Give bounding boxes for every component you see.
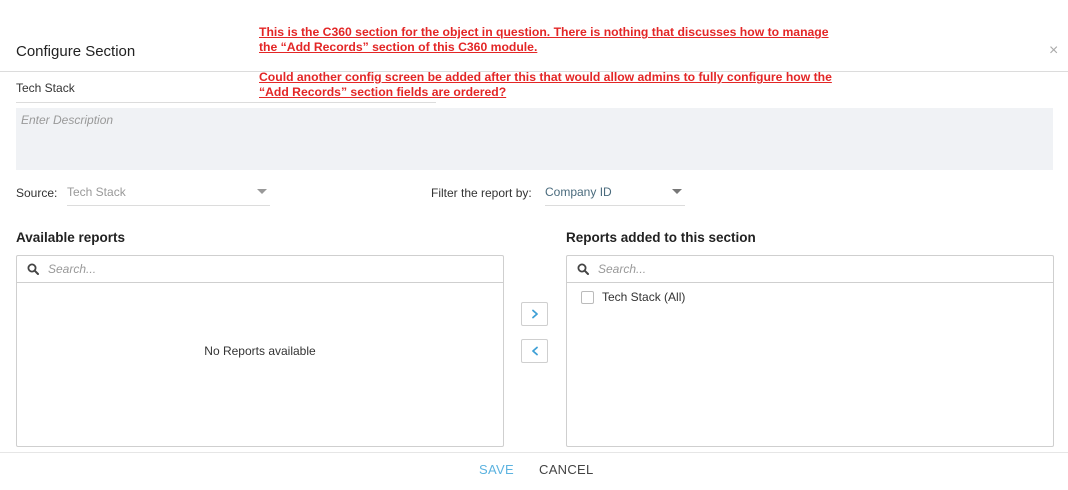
footer-divider — [0, 452, 1068, 453]
added-reports-panel: Tech Stack (All) — [566, 255, 1054, 447]
close-icon[interactable]: × — [1049, 42, 1058, 60]
available-reports-heading: Available reports — [16, 230, 126, 245]
source-select[interactable]: Tech Stack — [67, 185, 126, 199]
move-right-button[interactable] — [521, 302, 548, 326]
search-icon — [577, 263, 589, 275]
filter-select[interactable]: Company ID — [545, 185, 612, 199]
cancel-button[interactable]: CANCEL — [539, 462, 594, 477]
filter-label: Filter the report by: — [431, 186, 532, 200]
filter-dropdown-caret-icon[interactable] — [672, 189, 682, 194]
available-reports-search-input[interactable] — [48, 261, 488, 277]
annotation-note-1: This is the C360 section for the object … — [259, 25, 829, 55]
annotation-note-1-line-2: the “Add Records” section of this C360 m… — [259, 40, 538, 54]
report-label: Tech Stack (All) — [602, 290, 686, 304]
chevron-right-icon — [531, 309, 538, 319]
save-button[interactable]: SAVE — [479, 462, 514, 477]
filter-select-underline — [545, 205, 685, 206]
dialog-title: Configure Section — [16, 43, 136, 60]
annotation-note-2: Could another config screen be added aft… — [259, 70, 832, 100]
added-reports-search-input[interactable] — [598, 261, 1038, 277]
chevron-left-icon — [531, 346, 538, 356]
annotation-note-1-line-1: This is the C360 section for the object … — [259, 25, 829, 39]
search-icon — [27, 263, 39, 275]
section-name-field[interactable]: Tech Stack — [16, 81, 75, 95]
source-dropdown-caret-icon[interactable] — [257, 189, 267, 194]
annotation-note-2-line-2: “Add Records” section fields are ordered… — [259, 85, 507, 99]
added-reports-search-row — [567, 256, 1053, 283]
no-reports-message: No Reports available — [204, 344, 316, 358]
source-select-underline — [67, 205, 270, 206]
source-label: Source: — [16, 186, 58, 200]
section-name-underline — [16, 102, 436, 103]
move-left-button[interactable] — [521, 339, 548, 363]
annotation-note-2-line-1: Could another config screen be added aft… — [259, 70, 832, 84]
report-checkbox[interactable] — [581, 290, 594, 304]
added-reports-heading: Reports added to this section — [566, 230, 756, 245]
description-placeholder: Enter Description — [21, 113, 114, 127]
description-textarea[interactable] — [16, 108, 1053, 170]
available-reports-panel: No Reports available — [16, 255, 504, 447]
list-item[interactable]: Tech Stack (All) — [581, 290, 685, 304]
available-reports-search-row — [17, 256, 503, 283]
